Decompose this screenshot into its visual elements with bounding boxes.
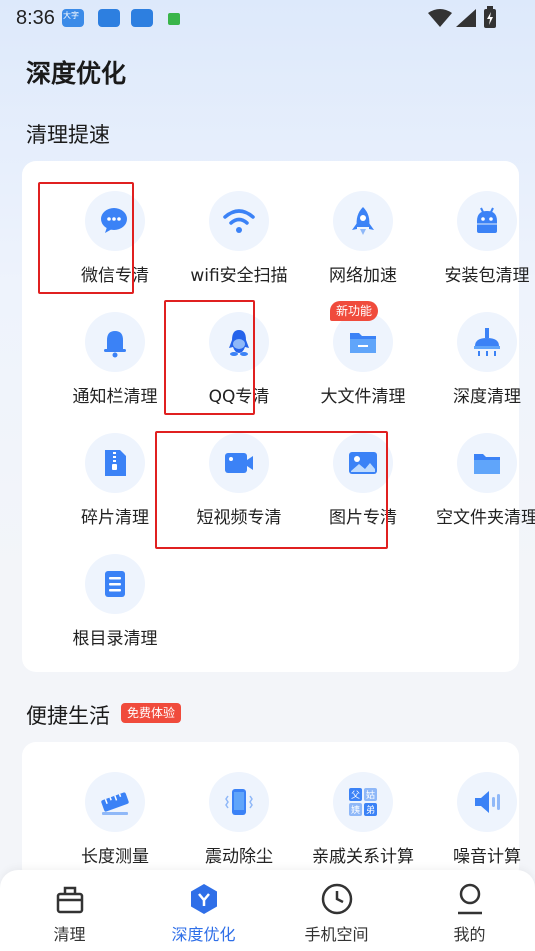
tab-label: 手机空间 [304,925,369,944]
cell-signal-icon [456,9,476,27]
tab-phone-space[interactable]: 手机空间 [270,870,403,951]
wifi-scan-item[interactable]: wifi安全扫描 [177,191,301,301]
glyph: 姨 [351,804,360,816]
vibration-dust-item[interactable]: 震动除尘 [177,772,301,882]
apk-clean-item[interactable]: 安装包清理 [425,191,535,301]
app-notification-icon [98,9,120,27]
new-feature-badge: 新功能 [330,301,379,321]
item-label: wifi安全扫描 [190,266,288,286]
weather-notification-icon: 大字 [62,9,84,27]
notification-clean-item[interactable]: 通知栏清理 [53,312,177,422]
noise-calc-item[interactable]: 噪音计算 [425,772,535,882]
folder-icon [350,333,376,353]
profile-icon [458,883,482,915]
page-title: 深度优化 [26,59,127,88]
bell-icon [104,331,126,358]
item-label: 空文件夹清理 [436,508,535,528]
battery-icon [484,6,496,28]
clock-icon [321,883,353,915]
life-card: 长度测量 震动除尘 父 姑 姨 弟 亲戚关系计算 噪音计算 [22,742,521,882]
tab-mine[interactable]: 我的 [403,870,535,951]
section-title-clean: 清理提速 [26,123,110,147]
deep-clean-item[interactable]: 深度清理 [425,312,535,422]
highlight-box-qq [164,300,255,415]
item-label: 网络加速 [329,266,397,286]
section-title-life: 便捷生活 [26,704,110,728]
item-label: 大文件清理 [320,387,406,407]
rocket-icon [352,207,374,235]
bottom-tab-bar: 清理 深度优化 手机空间 我的 [0,870,535,951]
tab-optimize[interactable]: 深度优化 [137,870,270,951]
speaker-icon [475,791,500,813]
item-label: 噪音计算 [453,847,521,867]
notification-label: 大字 [63,11,79,20]
item-label: 深度清理 [453,387,521,407]
free-trial-badge: 免费体验 [121,703,182,723]
wifi-icon [223,209,255,233]
phone-vibrate-icon [225,789,253,815]
empty-folder-clean-item[interactable]: 空文件夹清理 [425,433,535,543]
tab-label: 我的 [453,925,486,944]
glyph: 弟 [366,804,375,816]
brush-icon [474,328,500,356]
item-label: 震动除尘 [205,847,273,867]
item-label: 亲戚关系计算 [312,847,414,867]
network-boost-item[interactable]: 网络加速 [301,191,425,301]
android-icon [477,207,497,233]
item-label: 安装包清理 [444,266,530,286]
status-bar: 8:36 大字 [0,0,535,36]
glyph: 父 [351,790,360,801]
app-notification-icon-3 [168,13,180,25]
item-label: 长度测量 [81,847,149,867]
relatives-icon: 父 姑 姨 弟 [349,788,377,816]
highlight-box-wechat [38,182,134,294]
app-notification-icon-2 [131,9,153,27]
highlight-box-video-image [155,431,388,549]
empty-folder-icon [474,454,500,474]
root-dir-clean-item[interactable]: 根目录清理 [53,554,177,664]
item-label: 通知栏清理 [72,387,158,407]
glyph: 姑 [366,789,375,801]
tab-label: 深度优化 [171,925,236,944]
ruler-icon [101,792,129,815]
large-file-clean-item[interactable]: 大文件清理 [301,312,425,422]
length-measure-item[interactable]: 长度测量 [53,772,177,882]
tab-label: 清理 [53,925,86,944]
clean-bag-icon [56,886,84,914]
status-time: 8:36 [16,7,55,29]
optimize-icon [191,884,217,914]
relatives-calc-item[interactable]: 父 姑 姨 弟 亲戚关系计算 [301,772,425,882]
zip-file-icon [105,450,126,476]
document-icon [105,571,125,597]
wifi-signal-icon [428,9,452,27]
tab-clean[interactable]: 清理 [3,870,136,951]
item-label: 根目录清理 [72,629,158,649]
